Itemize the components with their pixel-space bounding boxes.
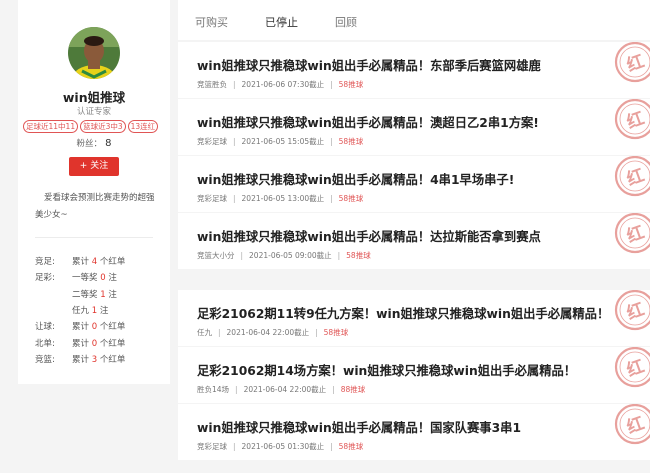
avatar-image <box>68 27 120 79</box>
article-title[interactable]: 足彩21062期11转9任九方案！win姐推球只推稳球win姐出手必属精品！ <box>197 304 609 322</box>
article-category: 胜负14场 <box>197 385 230 394</box>
article-card[interactable]: win姐推球只推稳球win姐出手必属精品！东部季后赛篮网雄鹿竞篮胜负 | 2021-… <box>178 42 650 98</box>
article-price: 88推球 <box>340 385 366 394</box>
red-stamp-icon: 红 <box>614 213 650 254</box>
profile-tags: 足球近11中11 篮球近3中3 13连红 <box>23 120 168 133</box>
profile-panel: win姐推球 认证专家 足球近11中11 篮球近3中3 13连红 粉丝： 8 + … <box>18 0 170 384</box>
article-price: 58推球 <box>323 328 349 337</box>
article-card[interactable]: win姐推球只推稳球win姐出手必属精品！澳超日乙2串1方案! 竞彩足球 | 2021… <box>178 99 650 155</box>
article-category: 竞彩足球 <box>197 194 227 203</box>
article-title[interactable]: win姐推球只推稳球win姐出手必属精品！澳超日乙2串1方案! <box>197 113 539 131</box>
tag-badge: 篮球近3中3 <box>80 120 126 133</box>
red-stamp-icon: 红 <box>614 156 650 197</box>
article-meta: 胜负14场 | 2021-06-04 22:00截止 | 88推球 <box>197 384 365 395</box>
svg-text:红: 红 <box>624 356 647 382</box>
svg-text:红: 红 <box>624 299 647 325</box>
article-title[interactable]: win姐推球只推稳球win姐出手必属精品！4串1早场串子! <box>197 170 514 188</box>
tag-badge: 13连红 <box>127 120 159 133</box>
red-stamp-icon: 红 <box>614 42 650 83</box>
article-deadline: 2021-06-05 15:05截止 <box>241 137 325 146</box>
meta-separator: | <box>332 385 335 394</box>
article-price: 58推球 <box>338 137 364 146</box>
article-title[interactable]: win姐推球只推稳球win姐出手必属精品！东部季后赛篮网雄鹿 <box>197 56 541 74</box>
divider <box>35 237 153 238</box>
svg-text:红: 红 <box>624 165 647 191</box>
tab-review[interactable]: 回顾 <box>335 14 357 30</box>
meta-separator: | <box>240 251 244 260</box>
article-category: 竞彩足球 <box>197 137 227 146</box>
article-card[interactable]: win姐推球只推稳球win姐出手必属精品！国家队赛事3串1 竞彩足球 | 2021-0… <box>178 404 650 460</box>
meta-separator: | <box>235 385 238 394</box>
tag-badge: 足球近11中11 <box>23 120 79 133</box>
article-card[interactable]: 足彩21062期11转9任九方案！win姐推球只推稳球win姐出手必属精品！ 任九… <box>178 290 650 346</box>
stat-value: 任九 1 注 <box>72 306 109 316</box>
avatar[interactable] <box>68 27 120 79</box>
stat-row: 让球: <box>35 322 55 332</box>
article-card[interactable]: win姐推球只推稳球win姐出手必属精品！4串1早场串子! 竞彩足球 | 2021-0… <box>178 156 650 212</box>
article-meta: 竞彩足球 | 2021-06-05 01:30截止 | 58推球 <box>197 441 363 452</box>
stat-row: 足彩: <box>35 273 55 283</box>
article-meta: 竞彩足球 | 2021-06-05 13:00截止 | 58推球 <box>197 193 363 204</box>
stat-value: 累计 3 个红单 <box>72 355 126 365</box>
meta-separator: | <box>233 194 236 203</box>
stat-row: 竞足: <box>35 257 55 267</box>
profile-role: 认证专家 <box>76 107 111 117</box>
article-price: 58推球 <box>338 194 364 203</box>
red-stamp-icon: 红 <box>614 347 650 388</box>
article-meta: 竞篮大小分 | 2021-06-05 09:00截止 | 58推球 <box>197 250 371 261</box>
stat-value: 二等奖 1 注 <box>72 290 117 300</box>
meta-separator: | <box>330 80 333 89</box>
profile-name: win姐推球 <box>62 90 126 105</box>
article-category: 竞彩足球 <box>197 442 227 451</box>
stat-value: 累计 0 个红单 <box>72 322 126 332</box>
article-price: 58推球 <box>346 251 371 260</box>
red-stamp-icon: 红 <box>614 99 650 140</box>
article-title[interactable]: win姐推球只推稳球win姐出手必属精品！达拉斯能否拿到赛点 <box>197 227 541 245</box>
meta-separator: | <box>218 328 221 337</box>
red-stamp-icon: 红 <box>614 404 650 445</box>
article-price: 58推球 <box>338 442 364 451</box>
svg-text:红: 红 <box>624 413 647 439</box>
article-meta: 竞篮胜负 | 2021-06-06 07:30截止 | 58推球 <box>197 79 363 90</box>
meta-separator: | <box>315 328 318 337</box>
stat-value: 累计 0 个红单 <box>72 339 126 349</box>
stat-row: 竞篮: <box>35 355 55 365</box>
meta-separator: | <box>330 442 333 451</box>
article-category: 竞篮胜负 <box>197 80 227 89</box>
article-deadline: 2021-06-04 22:00截止 <box>226 328 310 337</box>
meta-separator: | <box>233 80 236 89</box>
svg-text:红: 红 <box>624 222 647 248</box>
article-meta: 竞彩足球 | 2021-06-05 15:05截止 | 58推球 <box>197 136 363 147</box>
article-deadline: 2021-06-06 07:30截止 <box>241 80 325 89</box>
svg-text:红: 红 <box>624 108 647 134</box>
article-deadline: 2021-06-05 13:00截止 <box>241 194 325 203</box>
red-stamp-icon: 红 <box>614 290 650 331</box>
meta-separator: | <box>330 194 333 203</box>
article-deadline: 2021-06-05 01:30截止 <box>241 442 325 451</box>
follow-button[interactable]: + 关注 <box>69 157 119 176</box>
fans-count: 粉丝： 8 <box>76 138 112 149</box>
stat-value: 累计 4 个红单 <box>72 257 126 267</box>
article-deadline: 2021-06-05 09:00截止 <box>249 251 332 260</box>
profile-description: 爱看球会预测比赛走势的超强美少女~ <box>35 193 155 220</box>
article-title[interactable]: 足彩21062期14场方案！win姐推球只推稳球win姐出手必属精品！ <box>197 361 576 379</box>
article-meta: 任九 | 2021-06-04 22:00截止 | 58推球 <box>197 327 348 338</box>
meta-separator: | <box>233 137 236 146</box>
meta-separator: | <box>337 251 341 260</box>
article-deadline: 2021-06-04 22:00截止 <box>243 385 327 394</box>
meta-separator: | <box>233 442 236 451</box>
tab-bar: 可购买 已停止 回顾 <box>178 0 650 40</box>
article-price: 58推球 <box>338 80 364 89</box>
tab-stopped[interactable]: 已停止 <box>265 14 298 30</box>
stat-row: 北单: <box>35 339 55 349</box>
article-card[interactable]: win姐推球只推稳球win姐出手必属精品！达拉斯能否拿到赛点竞篮大小分 | 2021… <box>178 213 650 269</box>
tab-available[interactable]: 可购买 <box>195 14 228 30</box>
article-title[interactable]: win姐推球只推稳球win姐出手必属精品！国家队赛事3串1 <box>197 418 521 436</box>
svg-text:红: 红 <box>624 51 647 77</box>
article-category: 竞篮大小分 <box>197 251 235 260</box>
article-card[interactable]: 足彩21062期14场方案！win姐推球只推稳球win姐出手必属精品！ 胜负14场… <box>178 347 650 403</box>
stat-value: 一等奖 0 注 <box>72 273 117 283</box>
article-category: 任九 <box>197 328 212 337</box>
meta-separator: | <box>330 137 333 146</box>
